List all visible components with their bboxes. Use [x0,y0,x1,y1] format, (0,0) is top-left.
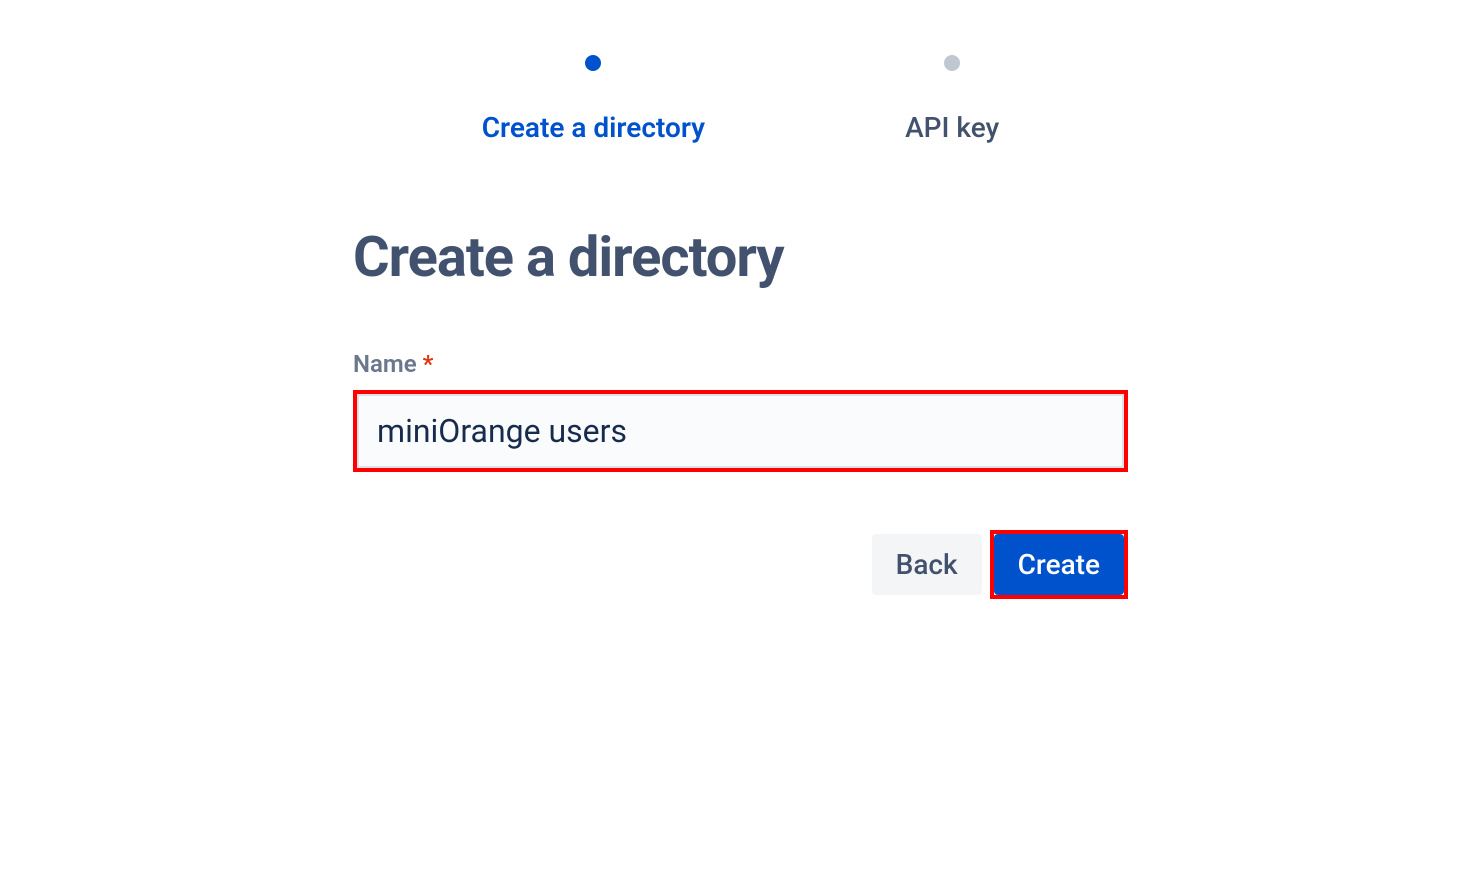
step-dot-inactive [944,55,960,71]
step-label: Create a directory [482,111,705,144]
create-button[interactable]: Create [994,534,1124,595]
name-label-text: Name [353,350,417,378]
create-button-highlight: Create [990,530,1128,599]
step-create-directory[interactable]: Create a directory [482,55,705,144]
content-area: Create a directory Name * Back Create [353,224,1128,599]
back-button[interactable]: Back [872,534,982,595]
name-input[interactable] [357,394,1124,468]
step-dot-active [585,55,601,71]
stepper: Create a directory API key [0,0,1481,144]
page-title: Create a directory [353,224,1128,290]
step-api-key[interactable]: API key [905,55,999,144]
required-asterisk: * [423,350,434,378]
step-label: API key [905,111,999,144]
button-row: Back Create [353,530,1128,599]
name-field-label: Name * [353,350,1128,378]
name-input-highlight [353,390,1128,472]
